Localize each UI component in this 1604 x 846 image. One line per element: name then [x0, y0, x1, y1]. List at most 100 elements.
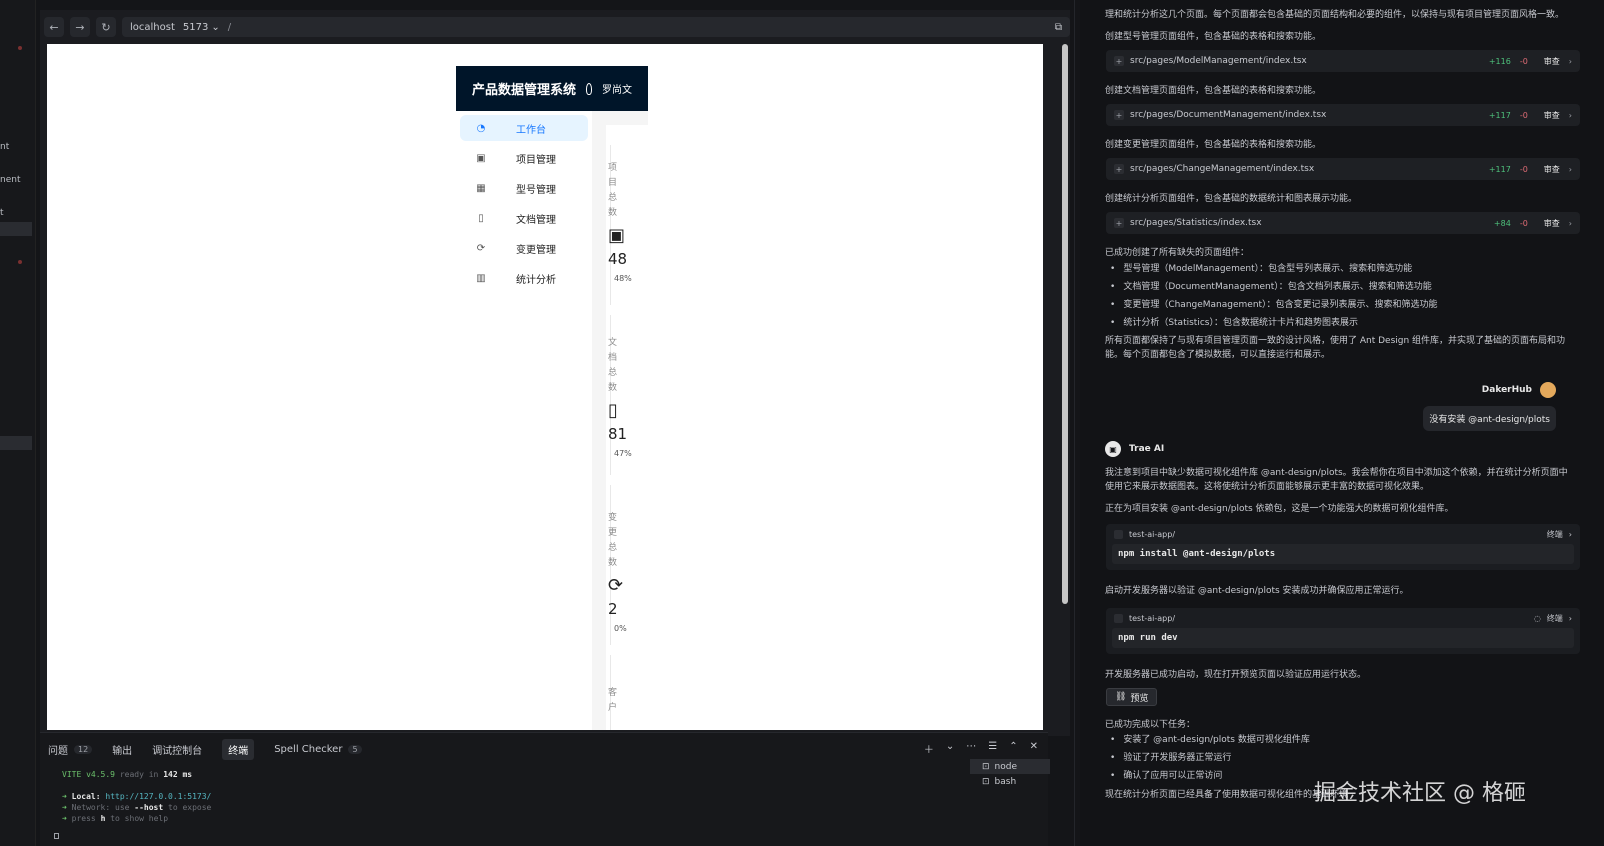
port-select[interactable]: 5173 ⌄: [183, 22, 220, 33]
tab-label: 调试控制台: [152, 746, 203, 757]
dashboard-icon: ◔: [476, 122, 486, 134]
review-button[interactable]: 审查: [1544, 218, 1560, 229]
tab-label: 输出: [112, 746, 133, 757]
local-url[interactable]: http://127.0.0.1:5173/: [105, 792, 211, 801]
file-change-row[interactable]: + src/pages/ModelManagement/index.tsx +1…: [1106, 50, 1580, 72]
terminal-output[interactable]: VITE v4.5.9 ready in 142 ms ➜ Local: htt…: [62, 769, 211, 824]
session-label: node: [994, 761, 1018, 772]
stat-value: 48: [608, 250, 628, 268]
plus-icon: +: [1114, 110, 1124, 120]
open-external-icon[interactable]: ⧉: [1055, 22, 1062, 33]
tab-label: Spell Checker: [274, 744, 343, 755]
terminal-session-bash[interactable]: ⊡ bash: [970, 774, 1050, 789]
split-icon[interactable]: ☰: [988, 741, 997, 756]
url-port: 5173: [182, 21, 209, 33]
tab-problems[interactable]: 问题 12: [48, 739, 93, 760]
tab-label: 问题: [48, 746, 68, 757]
stat-card-projects: 项目总数 ▣ 48 48%: [608, 161, 648, 283]
preview-panel: ← → ↻ localhost 5173 ⌄ / ⧉ 产品数据管理系统 罗尚文: [40, 10, 1070, 736]
chat-paragraph: 我注意到项目中缺少数据可视化组件库 @ant-design/plots。我会帮你…: [1105, 468, 1568, 492]
tab-terminal[interactable]: 终端: [222, 739, 255, 760]
left-sidebar-strip: nt nent t: [0, 0, 36, 846]
menu-item-models[interactable]: ▦ 型号管理: [460, 175, 588, 201]
sync-icon: ⟳: [608, 575, 624, 596]
chat-paragraph: 所有页面都保持了与现有项目管理页面一致的设计风格，使用了 Ant Design …: [1105, 336, 1566, 360]
command-text: npm run dev: [1112, 628, 1574, 648]
reload-icon: ↻: [101, 20, 111, 34]
review-button[interactable]: 审查: [1544, 110, 1560, 121]
url-host: localhost: [130, 21, 175, 33]
list-item: 验证了开发服务器正常运行: [1110, 749, 1310, 767]
vite-label: VITE: [62, 770, 82, 779]
url-field[interactable]: localhost 5173 ⌄ / ⧉: [122, 17, 1070, 37]
sidebar-fragment[interactable]: t: [0, 208, 4, 218]
done-title: 已成功完成以下任务：: [1105, 720, 1196, 730]
command-block: test-ai-app/ 终端 › npm install @ant-desig…: [1106, 524, 1580, 570]
stat-percent: 48%: [614, 274, 632, 283]
file-path: src/pages/Statistics/index.tsx: [1130, 218, 1262, 228]
review-button[interactable]: 审查: [1544, 56, 1560, 67]
tab-debug-console[interactable]: 调试控制台: [152, 739, 202, 760]
terminal-line: VITE v4.5.9 ready in 142 ms: [62, 769, 211, 780]
close-icon[interactable]: ✕: [1030, 741, 1038, 756]
preview-scrollbar[interactable]: [1062, 44, 1068, 604]
menu-item-documents[interactable]: ▯ 文档管理: [460, 205, 588, 231]
terminal-session-node[interactable]: ⊡ node: [970, 759, 1050, 774]
stat-label: 文档总数: [608, 338, 618, 393]
chat-paragraph: 创建型号管理页面组件，包含基础的表格和搜索功能。: [1105, 32, 1322, 42]
menu-item-label: 项目管理: [516, 154, 556, 166]
file-change-row[interactable]: + src/pages/Statistics/index.tsx +84 -0 …: [1106, 212, 1580, 234]
file-change-row[interactable]: + src/pages/DocumentManagement/index.tsx…: [1106, 104, 1580, 126]
chevron-up-icon[interactable]: ⌃: [1009, 741, 1017, 756]
bottom-panel: 问题 12 输出 调试控制台 终端 Spell Checker 5 ＋ ⌄ ⋯ …: [40, 732, 1050, 846]
tab-output[interactable]: 输出: [112, 739, 132, 760]
reload-button[interactable]: ↻: [96, 17, 116, 37]
add-terminal-icon[interactable]: ＋: [924, 741, 934, 756]
menu-item-changes[interactable]: ⟳ 变更管理: [460, 235, 588, 261]
chat-paragraph: 理和统计分析这几个页面。每个页面都会包含基础的页面结构和必要的组件，以保持与现有…: [1105, 10, 1565, 20]
stat-value: 2: [608, 600, 618, 618]
arrow-right-icon: →: [75, 20, 85, 34]
app-title: 产品数据管理系统: [472, 83, 577, 98]
terminal-icon: [1114, 613, 1123, 623]
user-name[interactable]: 罗尚文: [602, 81, 632, 96]
tab-count: 12: [74, 745, 93, 754]
tab-spell-checker[interactable]: Spell Checker 5: [274, 741, 362, 758]
sidebar-highlight: [0, 222, 32, 236]
forward-button[interactable]: →: [70, 17, 90, 37]
plus-icon: +: [1114, 56, 1124, 66]
open-terminal-button[interactable]: 终端: [1547, 613, 1563, 624]
watermark: 掘金技术社区 @ 格砸: [1314, 781, 1526, 806]
sync-icon: ⟳: [476, 242, 486, 254]
panel-tabs: 问题 12 输出 调试控制台 终端 Spell Checker 5: [48, 739, 362, 760]
menu-item-dashboard[interactable]: ◔ 工作台: [460, 115, 588, 141]
sidebar-fragment[interactable]: nent: [0, 175, 20, 185]
app-header: 产品数据管理系统 罗尚文: [456, 66, 648, 111]
network-text: Network: use: [71, 803, 130, 812]
menu-item-statistics[interactable]: ▥ 统计分析: [460, 265, 588, 291]
stat-card-changes: 变更总数 ⟳ 2 0%: [608, 511, 648, 633]
panel-divider[interactable]: [1074, 0, 1075, 846]
review-button[interactable]: 审查: [1544, 164, 1560, 175]
more-icon[interactable]: ⋯: [966, 741, 976, 756]
local-label: Local:: [71, 792, 101, 801]
address-bar: ← → ↻ localhost 5173 ⌄ / ⧉: [44, 15, 1070, 39]
stat-label: 项目总数: [608, 163, 618, 218]
menu-item-label: 型号管理: [516, 184, 556, 196]
open-terminal-button[interactable]: 终端: [1547, 529, 1563, 540]
user-name: DakerHub: [1481, 385, 1532, 395]
chevron-down-icon[interactable]: ⌄: [946, 741, 954, 756]
menu-item-label: 工作台: [516, 124, 546, 136]
panel-actions: ＋ ⌄ ⋯ ☰ ⌃ ✕: [924, 741, 1038, 756]
stat-label: 客户: [608, 688, 618, 713]
terminal-icon: [1114, 529, 1123, 539]
preview-button[interactable]: ⛓ 预览: [1106, 688, 1158, 706]
back-button[interactable]: ←: [44, 17, 64, 37]
file-change-row[interactable]: + src/pages/ChangeManagement/index.tsx +…: [1106, 158, 1580, 180]
list-item: 型号管理（ModelManagement）：包含型号列表展示、搜索和筛选功能: [1110, 260, 1438, 278]
tab-count: 5: [348, 745, 362, 754]
stat-label: 变更总数: [608, 513, 618, 568]
menu-item-projects[interactable]: ▣ 项目管理: [460, 145, 588, 171]
sidebar-fragment[interactable]: nt: [0, 142, 9, 152]
terminal-line: ➜ Local: http://127.0.0.1:5173/: [62, 792, 212, 801]
